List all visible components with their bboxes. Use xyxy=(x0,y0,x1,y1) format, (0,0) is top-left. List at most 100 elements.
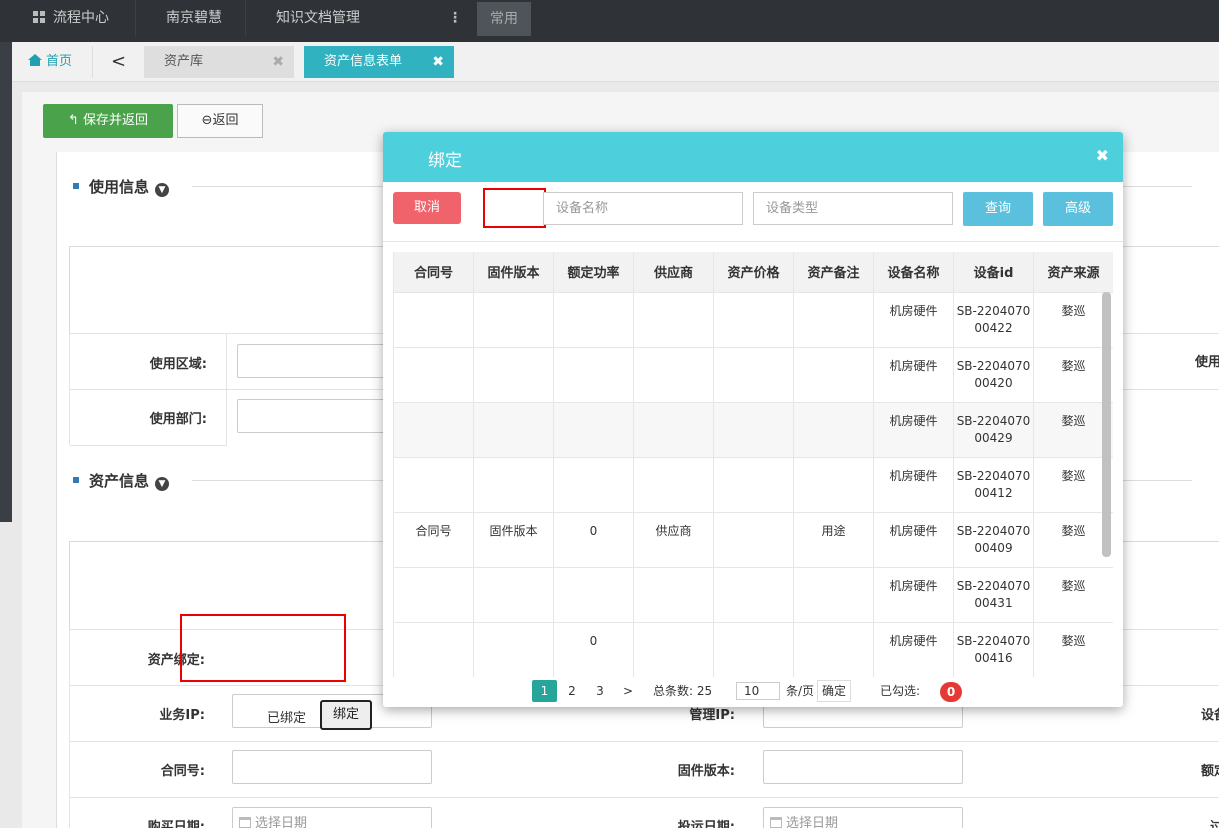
calendar-icon xyxy=(770,817,782,828)
table-cell xyxy=(473,291,554,348)
table-cell xyxy=(713,621,794,677)
usage-right-label: 使用 xyxy=(1195,355,1219,370)
asset-section-title[interactable]: 资产信息 ▼ xyxy=(73,470,170,491)
table-cell xyxy=(393,566,474,623)
firmware-label: 固件版本: xyxy=(677,764,735,779)
table-cell: 机房硬件 xyxy=(873,566,954,623)
table-cell xyxy=(553,401,634,458)
table-row[interactable]: 合同号 固件版本 0 供应商 用途 机房硬件 SB-220407000409 婺巡 xyxy=(393,511,1113,568)
table-cell xyxy=(633,566,714,623)
tab-back-button[interactable]: < xyxy=(92,46,144,78)
device-type-input[interactable]: 设备类型 xyxy=(753,192,953,225)
pagination: 1 2 3 > 总条数: 25 10 条/页 确定 已勾选: 0 xyxy=(383,680,1123,702)
contract-input[interactable] xyxy=(232,750,432,784)
page-3[interactable]: 3 xyxy=(593,680,607,702)
usage-area-input[interactable] xyxy=(237,344,397,378)
table-row[interactable]: 0 机房硬件 SB-220407000416 婺巡 xyxy=(393,621,1113,677)
table-cell xyxy=(553,291,634,348)
query-button[interactable]: 查询 xyxy=(963,192,1033,226)
table-cell: 用途 xyxy=(793,511,874,568)
biz-ip-label: 业务IP: xyxy=(159,708,205,723)
reply-icon: ↰ xyxy=(67,113,83,128)
page-2[interactable]: 2 xyxy=(565,680,579,702)
usage-dept-input[interactable] xyxy=(237,399,397,433)
page-1[interactable]: 1 xyxy=(532,680,557,702)
chevron-down-icon[interactable]: ▼ xyxy=(155,477,170,491)
chevron-down-icon[interactable]: ▼ xyxy=(155,183,170,197)
nav-flow-center[interactable]: 流程中心 xyxy=(33,0,109,36)
table-row[interactable]: 机房硬件 SB-220407000420 婺巡 xyxy=(393,346,1113,403)
tab-home[interactable]: 首页 xyxy=(28,50,72,74)
table-cell xyxy=(713,456,794,513)
tab-asset-form[interactable]: 资产信息表单 ✖ xyxy=(304,46,454,78)
table-cell: SB-220407000431 xyxy=(953,566,1034,623)
table-cell xyxy=(793,346,874,403)
table-row[interactable]: 机房硬件 SB-220407000431 婺巡 xyxy=(393,566,1113,623)
table-cell xyxy=(473,566,554,623)
return-button[interactable]: ⊖返回 xyxy=(177,104,263,138)
close-icon[interactable]: ✖ xyxy=(1096,146,1109,165)
close-icon[interactable]: ✖ xyxy=(272,46,284,78)
table-row[interactable]: 机房硬件 SB-220407000412 婺巡 xyxy=(393,456,1113,513)
table-cell xyxy=(713,511,794,568)
column-header[interactable]: 固件版本 xyxy=(473,252,554,293)
table-cell xyxy=(473,621,554,677)
bind-button[interactable]: 绑定 xyxy=(320,700,372,730)
top-navbar: 流程中心 南京碧慧 知识文档管理 ⋮ 常用 xyxy=(0,0,1219,42)
table-cell xyxy=(473,346,554,403)
home-icon xyxy=(28,54,42,66)
usage-dept-label: 使用部门: xyxy=(149,412,207,427)
table-cell xyxy=(713,346,794,403)
nav-company[interactable]: 南京碧慧 xyxy=(166,0,222,36)
table-cell xyxy=(393,401,474,458)
table-cell: 婺巡 xyxy=(1033,566,1113,623)
bind-dialog: 绑定 ✖ 取消 设备名称 设备类型 查询 高级 合同号 固件版本 额定功率 供应商 资产… xyxy=(383,132,1123,707)
table-cell: SB-220407000412 xyxy=(953,456,1034,513)
table-cell xyxy=(553,566,634,623)
column-header[interactable]: 供应商 xyxy=(633,252,714,293)
table-row[interactable]: 机房硬件 SB-220407000422 婺巡 xyxy=(393,291,1113,348)
table-cell xyxy=(393,346,474,403)
column-header[interactable]: 资产来源 xyxy=(1033,252,1113,293)
column-header[interactable]: 设备名称 xyxy=(873,252,954,293)
save-and-return-button[interactable]: ↰ 保存并返回 xyxy=(43,104,173,138)
device-name-input[interactable]: 设备名称 xyxy=(543,192,743,225)
buy-date-input[interactable]: 选择日期 xyxy=(232,807,432,828)
table-cell: 机房硬件 xyxy=(873,456,954,513)
bullet-icon xyxy=(73,477,79,483)
over-right-label: 过 xyxy=(1210,820,1219,828)
table-cell: 合同号 xyxy=(393,511,474,568)
column-header[interactable]: 额定功率 xyxy=(553,252,634,293)
table-cell xyxy=(553,456,634,513)
confirm-page-button[interactable]: 确定 xyxy=(817,680,851,702)
column-header[interactable]: 设备id xyxy=(953,252,1034,293)
table-row[interactable]: 机房硬件 SB-220407000429 婺巡 xyxy=(393,401,1113,458)
table-cell xyxy=(793,401,874,458)
nav-knowledge[interactable]: 知识文档管理 xyxy=(276,0,360,36)
divider xyxy=(135,0,136,36)
nav-common[interactable]: 常用 xyxy=(477,2,531,36)
column-header[interactable]: 资产价格 xyxy=(713,252,794,293)
tab-asset-library[interactable]: 资产库 ✖ xyxy=(144,46,294,78)
bullet-icon xyxy=(73,183,79,189)
close-icon[interactable]: ✖ xyxy=(432,46,444,78)
scrollbar[interactable] xyxy=(1102,292,1111,557)
table-cell xyxy=(793,456,874,513)
more-menu-icon[interactable]: ⋮ xyxy=(448,0,462,36)
bound-status: 已绑定 xyxy=(267,711,307,726)
table-cell: SB-220407000416 xyxy=(953,621,1034,677)
advanced-button[interactable]: 高级 xyxy=(1043,192,1113,226)
next-page-button[interactable]: > xyxy=(621,680,635,702)
circle-arrow-icon: ⊖ xyxy=(201,113,213,128)
ship-date-input[interactable]: 选择日期 xyxy=(763,807,963,828)
cancel-button[interactable]: 取消 xyxy=(393,192,461,224)
table-cell: 机房硬件 xyxy=(873,346,954,403)
table-cell xyxy=(553,346,634,403)
firmware-input[interactable] xyxy=(763,750,963,784)
table-cell: SB-220407000422 xyxy=(953,291,1034,348)
column-header[interactable]: 合同号 xyxy=(393,252,474,293)
usage-section-title[interactable]: 使用信息 ▼ xyxy=(73,176,170,197)
divider xyxy=(245,0,246,36)
column-header[interactable]: 资产备注 xyxy=(793,252,874,293)
page-size-input[interactable]: 10 xyxy=(736,682,780,700)
